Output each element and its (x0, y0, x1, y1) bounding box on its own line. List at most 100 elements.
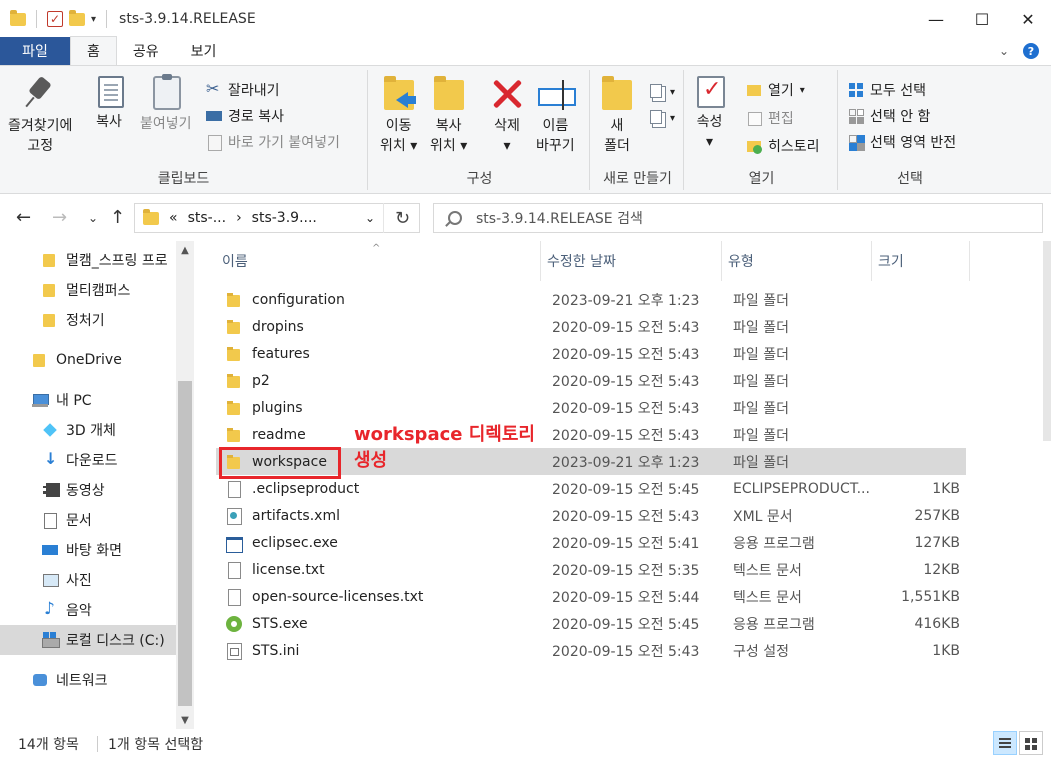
file-row[interactable]: workspace 2023-09-21 오후 1:23 파일 폴더 (216, 448, 966, 475)
nav-item-label: 사진 (66, 573, 92, 589)
breadcrumb-overflow[interactable]: « (169, 210, 178, 226)
new-folder-quick-icon[interactable] (69, 9, 85, 26)
nav-item-downloads[interactable]: 다운로드 (0, 445, 176, 475)
nav-item-documents[interactable]: 문서 (0, 505, 176, 535)
edit-button[interactable]: 편집 (746, 106, 794, 130)
delete-button[interactable]: 삭제 ▾ (490, 76, 524, 156)
ribbon-tabs: 파일 홈 공유 보기 ⌄ ? (0, 36, 1051, 66)
nav-item-3d-objects[interactable]: 3D 개체 (0, 415, 176, 445)
new-item-button[interactable]: ▾ (648, 80, 675, 104)
file-row[interactable]: STS.exe 2020-09-15 오전 5:45 응용 프로그램 416KB (216, 610, 966, 637)
address-dropdown-icon[interactable]: ⌄ (365, 211, 375, 225)
help-icon[interactable]: ? (1023, 43, 1039, 59)
disk-icon (42, 632, 60, 648)
nav-item-this-pc[interactable]: 내 PC (0, 385, 176, 415)
refresh-icon[interactable]: ↻ (383, 203, 421, 233)
nav-item-label: OneDrive (56, 352, 122, 368)
file-row[interactable]: open-source-licenses.txt 2020-09-15 오전 5:… (216, 583, 966, 610)
nav-item-pictures[interactable]: 사진 (0, 565, 176, 595)
copy-button[interactable]: 복사 (94, 76, 124, 132)
breadcrumb-item-current[interactable]: sts-3.9.... (252, 210, 317, 226)
tab-share[interactable]: 공유 (117, 37, 175, 65)
move-to-button[interactable]: 이동 위치 ▾ (380, 76, 417, 156)
customize-toolbar-dropdown-icon[interactable]: ▾ (91, 14, 96, 25)
file-row[interactable]: readme 2020-09-15 오전 5:43 파일 폴더 (216, 421, 966, 448)
file-row[interactable]: dropins 2020-09-15 오전 5:43 파일 폴더 (216, 313, 966, 340)
file-name: eclipsec.exe (252, 534, 338, 551)
file-row[interactable]: license.txt 2020-09-15 오전 5:35 텍스트 문서 12KB (216, 556, 966, 583)
up-arrow-icon[interactable]: ↑ (110, 207, 125, 228)
nav-scrollbar[interactable]: ▲ ▼ (176, 241, 194, 729)
paste-button[interactable]: 붙여넣기 (140, 74, 192, 134)
pin-quick-access-button[interactable]: 즐겨찾기에 고정 (8, 76, 72, 156)
easy-access-button[interactable]: ▾ (648, 106, 675, 130)
minimize-icon[interactable]: — (913, 0, 959, 38)
file-name-cell: p2 (216, 373, 546, 389)
file-row[interactable]: .eclipseproduct 2020-09-15 오전 5:45 ECLIPSE… (216, 475, 966, 502)
column-header-date[interactable]: 수정한 날짜 (541, 241, 722, 281)
breadcrumb-separator-icon[interactable]: › (236, 210, 242, 226)
chevron-down-icon[interactable]: ⌄ (999, 44, 1009, 58)
breadcrumb-item[interactable]: sts-... (188, 210, 226, 226)
search-placeholder[interactable]: sts-3.9.14.RELEASE 검색 (476, 208, 643, 228)
properties-button[interactable]: 속성 ▾ (694, 76, 725, 152)
nav-item-desktop[interactable]: 바탕 화면 (0, 535, 176, 565)
file-date: 2020-09-15 오전 5:43 (552, 400, 700, 417)
file-row[interactable]: plugins 2020-09-15 오전 5:43 파일 폴더 (216, 394, 966, 421)
paste-shortcut-icon (206, 134, 222, 151)
copy-path-button[interactable]: 경로 복사 (206, 104, 284, 128)
rename-button[interactable]: 이름 바꾸기 (536, 76, 577, 156)
close-icon[interactable]: ✕ (1005, 0, 1051, 38)
cut-button[interactable]: 잘라내기 (206, 78, 280, 102)
open-icon (746, 82, 762, 98)
tab-view[interactable]: 보기 (175, 37, 233, 65)
search-box[interactable]: sts-3.9.14.RELEASE 검색 (433, 203, 1043, 233)
file-type: 파일 폴더 (733, 346, 789, 363)
scrollbar-thumb[interactable] (178, 381, 192, 706)
select-all-button[interactable]: 모두 선택 (848, 78, 926, 102)
column-header-name[interactable]: 이름 (216, 241, 541, 281)
properties-dropdown-icon[interactable]: ▾ (706, 132, 713, 152)
column-header-type[interactable]: 유형 (722, 241, 872, 281)
nav-item-local-disk[interactable]: 로컬 디스크 (C:) (0, 625, 176, 655)
move-to-icon (382, 76, 416, 112)
file-row[interactable]: eclipsec.exe 2020-09-15 오전 5:41 응용 프로그램 127… (216, 529, 966, 556)
nav-item[interactable]: 멀캠_스프링 프로 (0, 245, 176, 275)
file-row[interactable]: STS.ini 2020-09-15 오전 5:43 구성 설정 1KB (216, 637, 966, 664)
file-row[interactable]: configuration 2023-09-21 오후 1:23 파일 폴더 (216, 286, 966, 313)
details-view-icon[interactable] (993, 731, 1017, 755)
delete-dropdown-icon[interactable]: ▾ (503, 136, 510, 156)
invert-selection-button[interactable]: 선택 영역 반전 (848, 130, 956, 154)
nav-item-network[interactable]: 네트워크 (0, 665, 176, 695)
recent-locations-chevron-icon[interactable]: ⌄ (88, 211, 98, 225)
properties-check-icon[interactable]: ✓ (47, 11, 63, 27)
paste-shortcut-button[interactable]: 바로 가기 붙여넣기 (206, 130, 340, 154)
back-arrow-icon[interactable]: ← (16, 207, 31, 228)
file-list-scrollbar[interactable] (1043, 241, 1051, 729)
new-folder-button[interactable]: 새 폴더 (600, 76, 634, 156)
maximize-icon[interactable]: ☐ (959, 0, 1005, 38)
history-button[interactable]: 히스토리 (746, 134, 820, 158)
select-none-button[interactable]: 선택 안 함 (848, 104, 930, 128)
scrollbar-thumb[interactable] (1043, 241, 1051, 441)
nav-item[interactable]: 정처기 (0, 305, 176, 335)
scroll-down-icon[interactable]: ▼ (176, 711, 194, 729)
open-button[interactable]: 열기 ▾ (746, 78, 805, 102)
nav-item-music[interactable]: 음악 (0, 595, 176, 625)
new-item-icon (648, 84, 664, 100)
file-row[interactable]: features 2020-09-15 오전 5:43 파일 폴더 (216, 340, 966, 367)
file-row[interactable]: p2 2020-09-15 오전 5:43 파일 폴더 (216, 367, 966, 394)
nav-item-videos[interactable]: 동영상 (0, 475, 176, 505)
address-bar[interactable]: « sts-... › sts-3.9.... ⌄ (134, 203, 420, 233)
column-header-size[interactable]: 크기 (872, 241, 970, 281)
tab-home[interactable]: 홈 (70, 36, 117, 65)
nav-item-label: 동영상 (66, 483, 105, 499)
file-row[interactable]: artifacts.xml 2020-09-15 오전 5:43 XML 문서 257… (216, 502, 966, 529)
forward-arrow-icon[interactable]: → (52, 207, 67, 228)
nav-item-onedrive[interactable]: OneDrive (0, 345, 176, 375)
large-icons-view-icon[interactable] (1019, 731, 1043, 755)
nav-item[interactable]: 멀티캠퍼스 (0, 275, 176, 305)
scroll-up-icon[interactable]: ▲ (176, 241, 194, 259)
tab-file[interactable]: 파일 (0, 37, 70, 65)
copy-to-button[interactable]: 복사 위치 ▾ (430, 76, 467, 156)
